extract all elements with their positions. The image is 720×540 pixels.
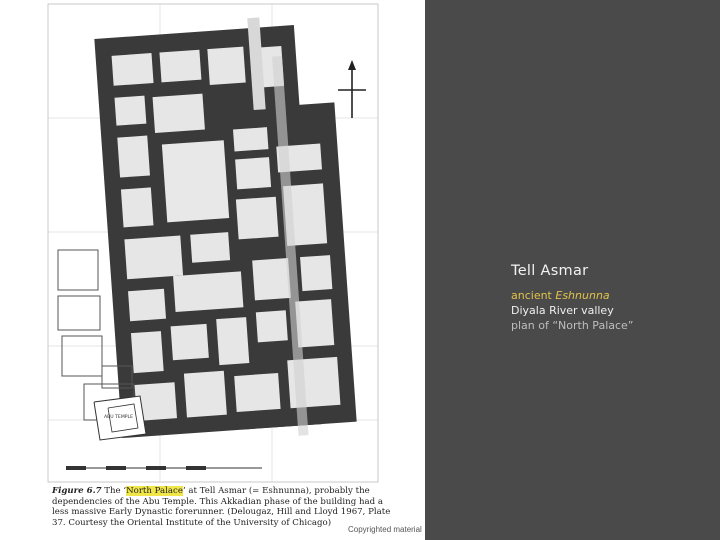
region-line: Diyala River valley (511, 304, 614, 317)
caption-highlight: North Palace (126, 486, 183, 496)
ancient-prefix: ancient (511, 289, 556, 302)
slide-textbox: Tell Asmar ancient Eshnunna Diyala River… (511, 262, 711, 333)
copyright-notice: Copyrighted material (348, 525, 422, 534)
scanned-plan-page: ABU TEMPLE Figure 6.7 The ‘North Palace’… (0, 0, 425, 540)
abu-temple-label: ABU TEMPLE (104, 414, 133, 420)
north-palace-plan-image: ABU TEMPLE (47, 3, 379, 483)
ancient-name: Eshnunna (555, 289, 610, 302)
ancient-name-line: ancient Eshnunna (511, 288, 711, 303)
figure-caption: Figure 6.7 The ‘North Palace’ at Tell As… (52, 486, 402, 528)
plan-label-line: plan of “North Palace” (511, 319, 634, 332)
figure-label: Figure 6.7 (52, 486, 102, 496)
slide-title: Tell Asmar (511, 263, 589, 279)
slide: ABU TEMPLE Figure 6.7 The ‘North Palace’… (0, 0, 720, 540)
scale-bar (66, 466, 262, 470)
caption-text-pre: The ‘ (101, 486, 127, 496)
north-arrow-icon (338, 60, 366, 118)
